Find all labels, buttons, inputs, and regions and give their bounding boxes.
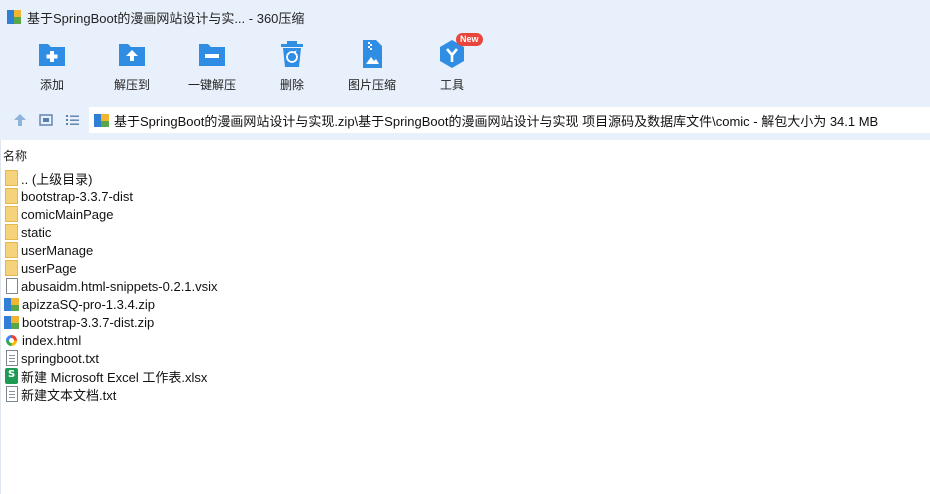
file-icon [6,278,18,294]
folder-icon [5,206,18,222]
one-click-extract-icon [196,38,228,70]
list-item[interactable]: bootstrap-3.3.7-dist.zip [4,313,154,331]
list-item[interactable]: springboot.txt [4,349,99,367]
column-header-name[interactable]: 名称 [3,147,27,164]
file-name: abusaidm.html-snippets-0.2.1.vsix [21,278,218,294]
image-compress-label: 图片压缩 [347,78,396,92]
thumbnail-view-icon[interactable] [37,111,55,129]
app-logo-icon [7,10,21,24]
list-item[interactable]: apizzaSQ-pro-1.3.4.zip [4,295,155,313]
zip-archive-icon [4,314,19,330]
archive-icon [94,112,110,128]
file-name: 新建文本文档.txt [21,387,117,403]
list-item[interactable]: index.html [4,331,81,349]
file-list: 名称 .. (上级目录) bootstrap-3.3.7-dist comicM… [0,140,930,494]
list-item[interactable]: bootstrap-3.3.7-dist [4,187,133,205]
file-name: comicMainPage [21,206,114,222]
extract-to-label: 解压到 [113,78,150,92]
one-click-extract-button[interactable]: 一键解压 [174,38,250,93]
file-name: userManage [21,242,94,258]
tools-label: 工具 [439,78,464,92]
zip-archive-icon [4,296,19,312]
excel-file-icon: S [5,368,18,384]
path-field[interactable]: 基于SpringBoot的漫画网站设计与实现.zip\基于SpringBoot的… [89,107,930,133]
parent-directory-row[interactable]: .. (上级目录) [4,169,93,187]
folder-icon [5,260,18,276]
list-item[interactable]: 新建文本文档.txt [4,385,116,403]
extract-to-button[interactable]: 解压到 [94,38,170,93]
title-bar: 基于SpringBoot的漫画网站设计与实... - 360压缩 [0,0,930,34]
window-title: 基于SpringBoot的漫画网站设计与实... - 360压缩 [27,10,305,26]
file-name: 新建 Microsoft Excel 工作表.xlsx [21,369,208,385]
browser-html-icon [4,332,19,348]
path-text: 基于SpringBoot的漫画网站设计与实现.zip\基于SpringBoot的… [114,113,879,129]
folder-icon [5,188,18,204]
list-item[interactable]: static [4,223,51,241]
file-name: userPage [21,260,77,276]
add-button[interactable]: 添加 [14,38,90,93]
list-item[interactable]: userPage [4,259,77,277]
image-compress-button[interactable]: 图片压缩 [334,38,410,93]
list-view-icon[interactable] [63,111,81,129]
folder-icon [5,242,18,258]
add-icon [36,38,68,70]
tools-button[interactable]: New 工具 [414,33,490,93]
file-name: .. (上级目录) [21,171,93,187]
file-name: bootstrap-3.3.7-dist [21,188,134,204]
address-bar: 基于SpringBoot的漫画网站设计与实现.zip\基于SpringBoot的… [0,100,930,140]
text-file-icon [6,386,18,402]
list-item[interactable]: comicMainPage [4,205,114,223]
list-item[interactable]: userManage [4,241,93,259]
toolbar: 添加 解压到 一键解压 删除 图片压缩 New 工具 [0,33,930,100]
one-click-extract-label: 一键解压 [187,78,236,92]
text-file-icon [6,350,18,366]
list-item[interactable]: S 新建 Microsoft Excel 工作表.xlsx [4,367,207,385]
folder-icon [5,170,18,186]
file-name: static [21,224,52,240]
delete-icon [276,38,308,70]
folder-icon [5,224,18,240]
file-name: bootstrap-3.3.7-dist.zip [22,314,155,330]
file-name: index.html [22,332,82,348]
image-compress-icon [356,38,388,70]
tools-icon: New [436,33,483,70]
add-label: 添加 [39,78,64,92]
delete-label: 删除 [279,78,304,92]
new-badge: New [456,33,483,46]
up-arrow-icon[interactable] [11,111,29,129]
extract-to-icon [116,38,148,70]
file-name: springboot.txt [21,350,100,366]
list-item[interactable]: abusaidm.html-snippets-0.2.1.vsix [4,277,218,295]
file-name: apizzaSQ-pro-1.3.4.zip [22,296,155,312]
delete-button[interactable]: 删除 [254,38,330,93]
